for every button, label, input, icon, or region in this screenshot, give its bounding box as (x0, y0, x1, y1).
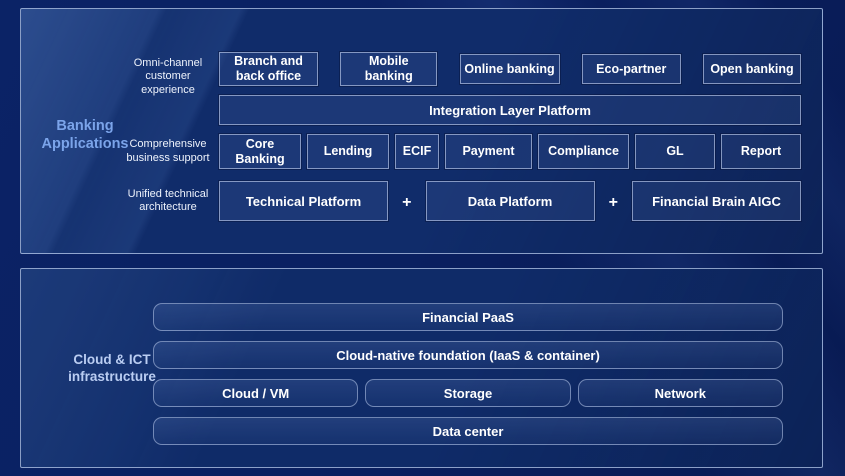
banking-applications-panel: Banking Applications Omni-channel custom… (20, 8, 823, 254)
box-storage: Storage (365, 379, 570, 407)
architecture-diagram: Banking Applications Omni-channel custom… (0, 0, 845, 476)
box-report: Report (721, 134, 801, 169)
cloud-ict-panel: Cloud & ICT infrastructure Financial Paa… (20, 268, 823, 468)
cloud-stack: Financial PaaS Cloud-native foundation (… (153, 303, 783, 445)
bar-integration-layer-platform: Integration Layer Platform (219, 95, 801, 125)
box-financial-brain-aigc: Financial Brain AIGC (632, 181, 801, 221)
box-branch-and-back-office: Branch and back office (219, 52, 318, 86)
bar-cloud-native-foundation: Cloud-native foundation (IaaS & containe… (153, 341, 783, 369)
box-data-platform: Data Platform (426, 181, 595, 221)
row-label-omni-channel-customer-experience: Omni-channel customer experience (117, 53, 219, 101)
bar-data-center: Data center (153, 417, 783, 445)
business-support-row: Core Banking Lending ECIF Payment Compli… (219, 134, 801, 169)
row-label-unified-technical-architecture: Unified technical architecture (117, 181, 219, 221)
box-core-banking: Core Banking (219, 134, 301, 169)
box-mobile-banking: Mobile banking (340, 52, 437, 86)
box-payment: Payment (445, 134, 532, 169)
box-online-banking: Online banking (460, 54, 560, 84)
plus-separator: + (402, 191, 411, 211)
box-eco-partner: Eco-partner (582, 54, 681, 84)
box-open-banking: Open banking (703, 54, 801, 84)
plus-separator: + (609, 191, 618, 211)
omni-channel-row: Branch and back office Mobile banking On… (219, 52, 801, 86)
bar-financial-paas: Financial PaaS (153, 303, 783, 331)
infrastructure-row: Cloud / VM Storage Network (153, 379, 783, 407)
technical-architecture-row: Technical Platform + Data Platform + Fin… (219, 181, 801, 221)
box-lending: Lending (307, 134, 389, 169)
box-compliance: Compliance (538, 134, 629, 169)
integration-row: Integration Layer Platform (219, 95, 801, 125)
box-gl: GL (635, 134, 715, 169)
row-label-comprehensive-business-support: Comprehensive business support (117, 134, 219, 169)
box-ecif: ECIF (395, 134, 439, 169)
box-technical-platform: Technical Platform (219, 181, 388, 221)
box-cloud-vm: Cloud / VM (153, 379, 358, 407)
box-network: Network (578, 379, 783, 407)
